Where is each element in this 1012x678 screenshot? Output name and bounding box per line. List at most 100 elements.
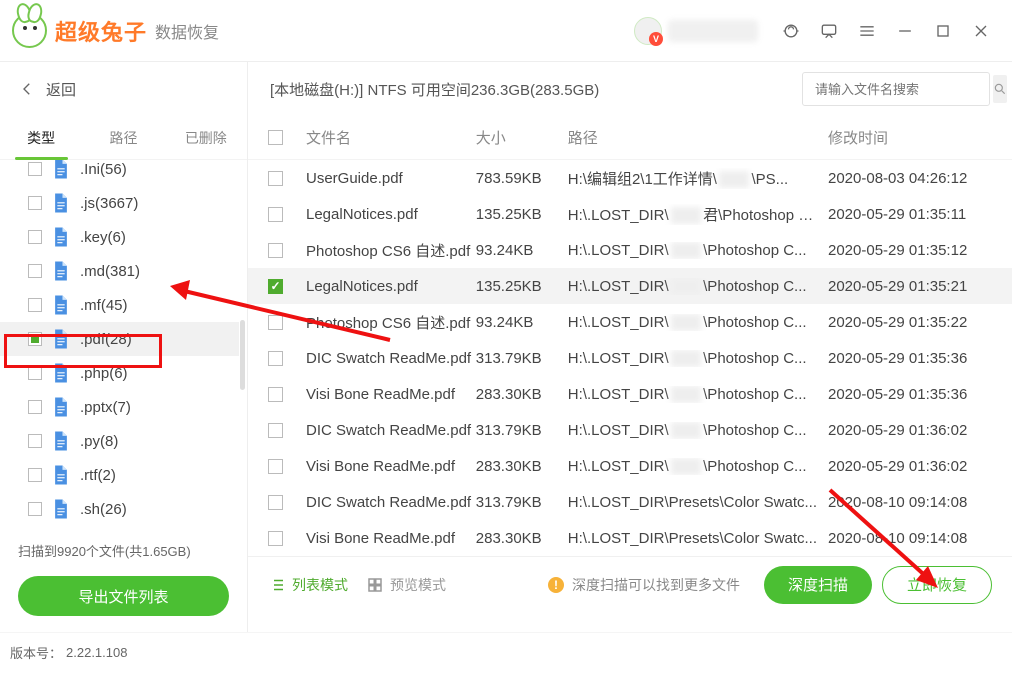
table-row[interactable]: DIC Swatch ReadMe.pdf313.79KBH:\.LOST_DI… xyxy=(248,412,1012,448)
tree-checkbox[interactable] xyxy=(28,264,42,278)
tree-node[interactable]: .Ini(56) xyxy=(0,160,239,186)
search-button[interactable] xyxy=(993,75,1007,103)
tree-checkbox[interactable] xyxy=(28,298,42,312)
row-checkbox[interactable] xyxy=(268,243,283,258)
file-icon xyxy=(52,396,70,418)
file-icon xyxy=(52,160,70,180)
row-checkbox[interactable] xyxy=(268,459,283,474)
user-name[interactable] xyxy=(668,20,758,42)
tree-node[interactable]: .md(381) xyxy=(0,254,239,288)
search-input[interactable] xyxy=(813,81,993,98)
table-row[interactable]: Visi Bone ReadMe.pdf283.30KBH:\.LOST_DIR… xyxy=(248,448,1012,484)
preview-mode-toggle[interactable]: 预览模式 xyxy=(366,575,446,595)
row-checkbox[interactable] xyxy=(268,495,283,510)
tree-node-label: .pptx(7) xyxy=(80,399,131,416)
search-box[interactable] xyxy=(802,72,990,106)
list-mode-toggle[interactable]: 列表模式 xyxy=(268,575,348,595)
table-row[interactable]: UserGuide.pdf783.59KBH:\编辑组2\1工作详情\xxx\P… xyxy=(248,160,1012,196)
tree-checkbox[interactable] xyxy=(28,332,42,346)
tree-checkbox[interactable] xyxy=(28,468,42,482)
service-icon[interactable] xyxy=(780,20,802,42)
tab-path[interactable]: 路径 xyxy=(82,116,164,159)
row-checkbox[interactable] xyxy=(268,423,283,438)
cell-size: 313.79KB xyxy=(476,494,568,511)
table-header: 文件名 大小 路径 修改时间 xyxy=(248,116,1012,160)
file-icon xyxy=(52,192,70,214)
tree-node[interactable]: .pdf(28) xyxy=(0,322,239,356)
tree-checkbox[interactable] xyxy=(28,196,42,210)
menu-icon[interactable] xyxy=(856,20,878,42)
window-maximize-icon[interactable] xyxy=(932,20,954,42)
sidebar-tabs: 类型 路径 已删除 xyxy=(0,116,247,160)
cell-size: 135.25KB xyxy=(476,206,568,223)
tree-node[interactable]: .php(6) xyxy=(0,356,239,390)
tree-node[interactable]: .js(3667) xyxy=(0,186,239,220)
cell-filename: Photoshop CS6 自述.pdf xyxy=(306,312,476,333)
tree-node[interactable]: .rtf(2) xyxy=(0,458,239,492)
table-row[interactable]: DIC Swatch ReadMe.pdf313.79KBH:\.LOST_DI… xyxy=(248,340,1012,376)
tree-node[interactable]: .pptx(7) xyxy=(0,390,239,424)
tree-node-label: .rtf(2) xyxy=(80,467,116,484)
column-size[interactable]: 大小 xyxy=(476,127,568,148)
back-button[interactable]: 返回 xyxy=(0,62,247,116)
recover-now-button[interactable]: 立即恢复 xyxy=(882,566,992,604)
tree-node-label: .Ini(56) xyxy=(80,161,127,178)
table-row[interactable]: DIC Swatch ReadMe.pdf313.79KBH:\.LOST_DI… xyxy=(248,484,1012,520)
cell-path: H:\.LOST_DIR\xxx\Photoshop C... xyxy=(568,314,828,331)
list-icon xyxy=(268,576,286,594)
tree-checkbox[interactable] xyxy=(28,366,42,380)
tab-deleted[interactable]: 已删除 xyxy=(165,116,247,159)
list-mode-label: 列表模式 xyxy=(292,575,348,595)
window-close-icon[interactable] xyxy=(970,20,992,42)
row-checkbox[interactable] xyxy=(268,351,283,366)
row-checkbox[interactable] xyxy=(268,279,283,294)
tree-checkbox[interactable] xyxy=(28,230,42,244)
tree-node[interactable]: .py(8) xyxy=(0,424,239,458)
tree-node-label: .mf(45) xyxy=(80,297,128,314)
table-row[interactable]: LegalNotices.pdf135.25KBH:\.LOST_DIR\xxx… xyxy=(248,196,1012,232)
column-path[interactable]: 路径 xyxy=(568,127,828,148)
breadcrumb: [本地磁盘(H:)] NTFS 可用空间236.3GB(283.5GB) xyxy=(270,79,802,100)
table-row[interactable]: LegalNotices.pdf135.25KBH:\.LOST_DIR\xxx… xyxy=(248,268,1012,304)
cell-date: 2020-05-29 01:35:36 xyxy=(828,350,992,367)
tab-type[interactable]: 类型 xyxy=(0,116,82,159)
table-row[interactable]: Visi Bone ReadMe.pdf283.30KBH:\.LOST_DIR… xyxy=(248,376,1012,412)
tree-checkbox[interactable] xyxy=(28,162,42,176)
row-checkbox[interactable] xyxy=(268,387,283,402)
tree-node[interactable]: .mf(45) xyxy=(0,288,239,322)
select-all-checkbox[interactable] xyxy=(268,130,283,145)
tree-scrollbar[interactable] xyxy=(240,320,245,390)
cell-date: 2020-08-10 09:14:08 xyxy=(828,530,992,547)
table-row[interactable]: Visi Bone ReadMe.pdf283.30KBH:\.LOST_DIR… xyxy=(248,520,1012,556)
tree-checkbox[interactable] xyxy=(28,400,42,414)
cell-size: 135.25KB xyxy=(476,278,568,295)
table-row[interactable]: Photoshop CS6 自述.pdf93.24KBH:\.LOST_DIR\… xyxy=(248,304,1012,340)
file-icon xyxy=(52,226,70,248)
window-minimize-icon[interactable] xyxy=(894,20,916,42)
row-checkbox[interactable] xyxy=(268,531,283,546)
feedback-icon[interactable] xyxy=(818,20,840,42)
tree-node[interactable]: .sh(26) xyxy=(0,492,239,526)
tree-checkbox[interactable] xyxy=(28,434,42,448)
column-name[interactable]: 文件名 xyxy=(306,127,476,148)
column-date[interactable]: 修改时间 xyxy=(828,127,992,148)
cell-path: H:\.LOST_DIR\xxx\Photoshop C... xyxy=(568,278,828,295)
back-label: 返回 xyxy=(46,79,76,100)
deep-scan-button[interactable]: 深度扫描 xyxy=(764,566,872,604)
tree-node-label: .md(381) xyxy=(80,263,140,280)
user-avatar[interactable]: V xyxy=(634,17,662,45)
cell-size: 93.24KB xyxy=(476,314,568,331)
file-icon xyxy=(52,362,70,384)
tree-checkbox[interactable] xyxy=(28,502,42,516)
cell-date: 2020-05-29 01:36:02 xyxy=(828,422,992,439)
cell-filename: Visi Bone ReadMe.pdf xyxy=(306,386,476,403)
export-file-list-button[interactable]: 导出文件列表 xyxy=(18,576,229,616)
row-checkbox[interactable] xyxy=(268,315,283,330)
cell-size: 283.30KB xyxy=(476,530,568,547)
row-checkbox[interactable] xyxy=(268,207,283,222)
tree-node[interactable]: .key(6) xyxy=(0,220,239,254)
row-checkbox[interactable] xyxy=(268,171,283,186)
cell-filename: LegalNotices.pdf xyxy=(306,278,476,295)
file-icon xyxy=(52,498,70,520)
table-row[interactable]: Photoshop CS6 自述.pdf93.24KBH:\.LOST_DIR\… xyxy=(248,232,1012,268)
